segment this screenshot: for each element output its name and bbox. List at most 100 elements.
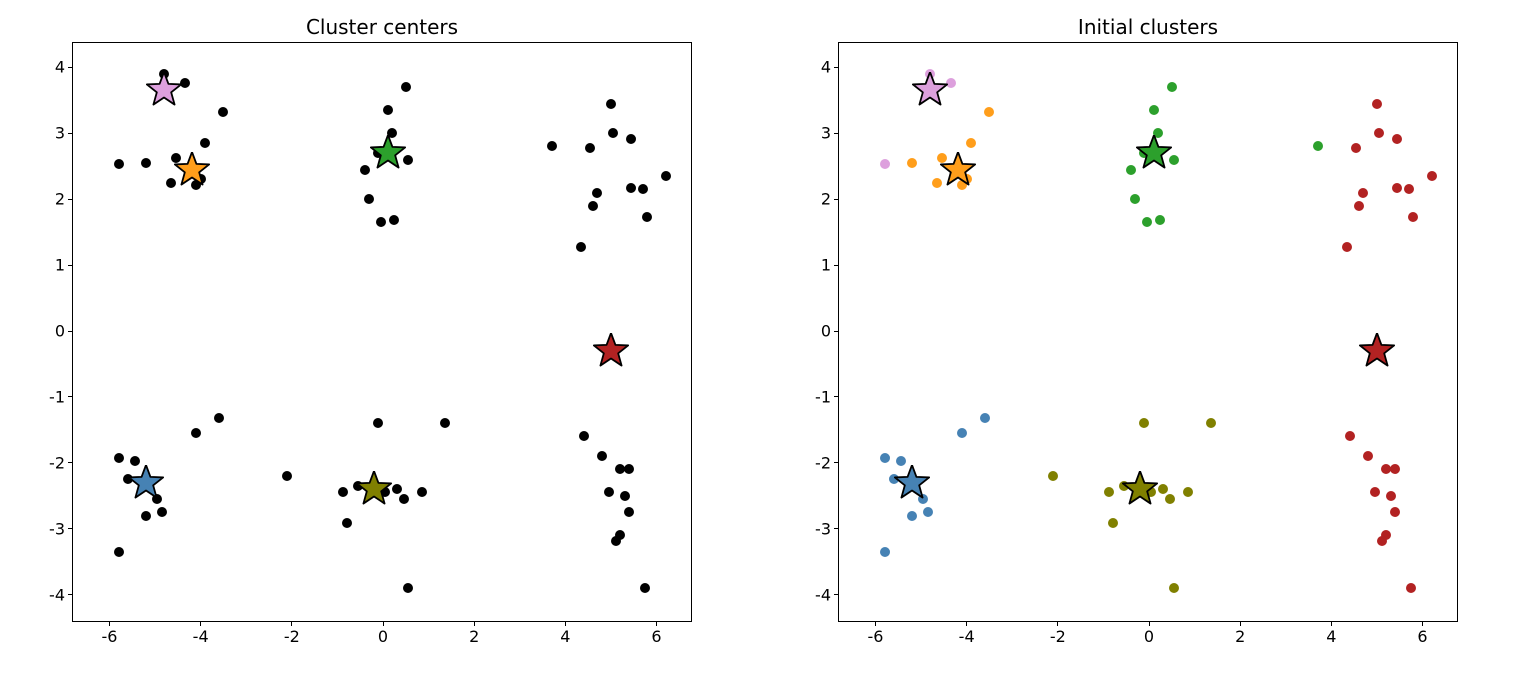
xtick-mark <box>200 621 201 626</box>
data-point <box>585 143 595 153</box>
data-point <box>1165 494 1175 504</box>
cluster-center-star <box>894 465 930 501</box>
ytick-label: 4 <box>821 58 831 77</box>
ytick-mark <box>68 462 73 463</box>
ytick-mark <box>834 396 839 397</box>
figure: Cluster centers-6-4-20246-4-3-2-101234In… <box>0 0 1536 689</box>
cluster-center-star <box>174 152 210 188</box>
data-point <box>1104 487 1114 497</box>
data-point <box>1390 507 1400 517</box>
data-point <box>1404 184 1414 194</box>
ytick-label: 1 <box>55 256 65 275</box>
data-point <box>1392 134 1402 144</box>
data-point <box>626 183 636 193</box>
cluster-center-star <box>146 72 182 108</box>
cluster-center-star <box>593 333 629 369</box>
ytick-mark <box>834 199 839 200</box>
data-point <box>624 507 634 517</box>
ytick-mark <box>834 67 839 68</box>
cluster-center-star <box>128 465 164 501</box>
data-point <box>376 217 386 227</box>
xtick-label: 2 <box>469 627 479 646</box>
data-point <box>1351 143 1361 153</box>
xtick-label: 0 <box>1144 627 1154 646</box>
xtick-mark <box>291 621 292 626</box>
data-point <box>417 487 427 497</box>
xtick-mark <box>109 621 110 626</box>
ytick-mark <box>68 199 73 200</box>
data-point <box>1372 99 1382 109</box>
data-point <box>403 583 413 593</box>
ytick-mark <box>68 528 73 529</box>
xtick-mark <box>1149 621 1150 626</box>
ytick-mark <box>834 133 839 134</box>
ytick-mark <box>68 133 73 134</box>
data-point <box>640 583 650 593</box>
xtick-mark <box>474 621 475 626</box>
xtick-label: 4 <box>1326 627 1336 646</box>
ytick-label: -4 <box>815 585 831 604</box>
ytick-label: 0 <box>55 322 65 341</box>
xtick-mark <box>656 621 657 626</box>
data-point <box>392 484 402 494</box>
data-point <box>579 431 589 441</box>
axes-title: Cluster centers <box>73 15 691 39</box>
ytick-mark <box>68 594 73 595</box>
cluster-center-star <box>912 72 948 108</box>
ytick-label: 4 <box>55 58 65 77</box>
data-point <box>1392 183 1402 193</box>
ytick-label: 2 <box>55 190 65 209</box>
data-point <box>880 453 890 463</box>
xtick-label: 6 <box>651 627 661 646</box>
ytick-label: -1 <box>49 387 65 406</box>
cluster-center-star <box>940 152 976 188</box>
xtick-mark <box>565 621 566 626</box>
data-point <box>1048 471 1058 481</box>
data-point <box>880 547 890 557</box>
data-point <box>157 507 167 517</box>
ytick-mark <box>68 265 73 266</box>
data-point <box>1390 464 1400 474</box>
xtick-label: 2 <box>1235 627 1245 646</box>
xtick-mark <box>383 621 384 626</box>
cluster-center-star <box>1359 333 1395 369</box>
data-point <box>1427 171 1437 181</box>
data-point <box>624 464 634 474</box>
data-point <box>1169 583 1179 593</box>
ytick-label: 0 <box>821 322 831 341</box>
data-point <box>588 201 598 211</box>
ytick-mark <box>834 265 839 266</box>
data-point <box>191 428 201 438</box>
data-point <box>642 212 652 222</box>
cluster-center-star <box>356 471 392 507</box>
ytick-mark <box>834 594 839 595</box>
data-point <box>218 107 228 117</box>
data-point <box>1149 105 1159 115</box>
data-point <box>880 159 890 169</box>
xtick-label: -4 <box>193 627 209 646</box>
data-point <box>440 418 450 428</box>
data-point <box>547 141 557 151</box>
data-point <box>907 511 917 521</box>
data-point <box>620 491 630 501</box>
data-point <box>282 471 292 481</box>
ytick-label: 3 <box>821 124 831 143</box>
ytick-mark <box>68 396 73 397</box>
data-point <box>1130 194 1140 204</box>
data-point <box>1374 128 1384 138</box>
ytick-label: -2 <box>49 453 65 472</box>
data-point <box>1108 518 1118 528</box>
ytick-mark <box>68 331 73 332</box>
data-point <box>638 184 648 194</box>
axes-1: Initial clusters-6-4-20246-4-3-2-101234 <box>838 42 1458 622</box>
xtick-label: -6 <box>867 627 883 646</box>
data-point <box>597 451 607 461</box>
ytick-mark <box>834 331 839 332</box>
data-point <box>576 242 586 252</box>
axes-0: Cluster centers-6-4-20246-4-3-2-101234 <box>72 42 692 622</box>
data-point <box>389 215 399 225</box>
xtick-label: -2 <box>284 627 300 646</box>
data-point <box>1408 212 1418 222</box>
data-point <box>980 413 990 423</box>
ytick-label: -3 <box>815 519 831 538</box>
